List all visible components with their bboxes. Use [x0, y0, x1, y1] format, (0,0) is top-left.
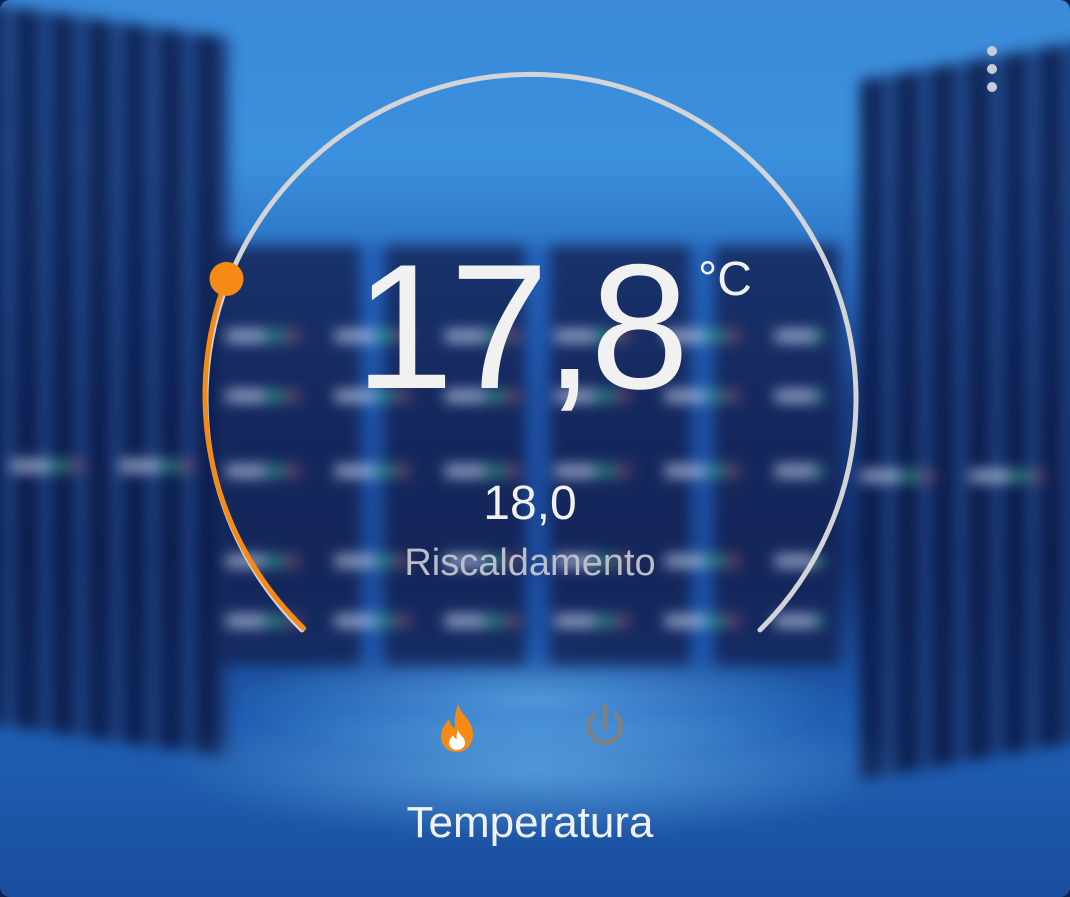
temperature-unit: °C — [698, 253, 752, 306]
flame-icon — [441, 704, 473, 752]
current-temperature: 17,8 — [354, 227, 689, 426]
hvac-action-label: Riscaldamento — [404, 542, 656, 584]
card-title: Temperatura — [406, 798, 654, 847]
target-slider-handle[interactable] — [209, 261, 244, 296]
dial-active-arc — [202, 276, 307, 631]
target-temperature: 18,0 — [483, 477, 577, 530]
off-mode-button[interactable] — [577, 700, 633, 756]
power-icon — [586, 703, 624, 746]
temperature-dial[interactable] — [0, 0, 1070, 897]
thermostat-card: 17,8 °C 18,0 Riscaldamento Temperatura — [0, 0, 1070, 897]
heat-mode-button[interactable] — [429, 700, 485, 756]
